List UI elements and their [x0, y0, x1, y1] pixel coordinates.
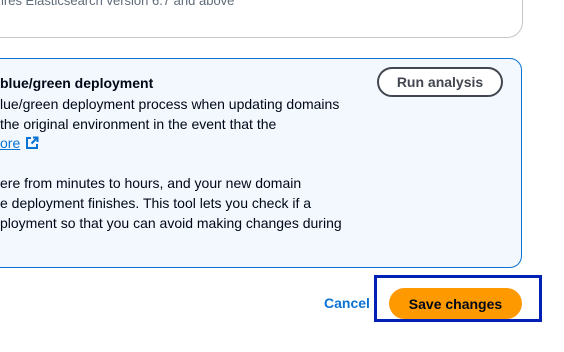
save-changes-button[interactable]: Save changes — [389, 288, 522, 319]
run-analysis-button[interactable]: Run analysis — [377, 67, 503, 97]
info-text-line: the original environment in the event th… — [0, 116, 277, 132]
learn-more-row: ore — [0, 135, 39, 153]
learn-more-link[interactable]: ore — [0, 135, 20, 151]
info-panel-title: blue/green deployment — [0, 75, 154, 91]
info-text-line: lue/green deployment process when updati… — [0, 96, 340, 112]
info-text-line: e deployment finishes. This tool lets yo… — [0, 195, 312, 211]
external-link-icon[interactable] — [25, 136, 39, 153]
info-text-line: ployment so that you can avoid making ch… — [0, 215, 342, 231]
page: ires Elasticsearch version 6.7 and above… — [0, 0, 564, 352]
info-text-line: ere from minutes to hours, and your new … — [0, 175, 302, 191]
card-footnote: ires Elasticsearch version 6.7 and above — [1, 0, 235, 8]
previous-settings-card: ires Elasticsearch version 6.7 and above — [0, 0, 523, 38]
cancel-button[interactable]: Cancel — [324, 295, 370, 311]
